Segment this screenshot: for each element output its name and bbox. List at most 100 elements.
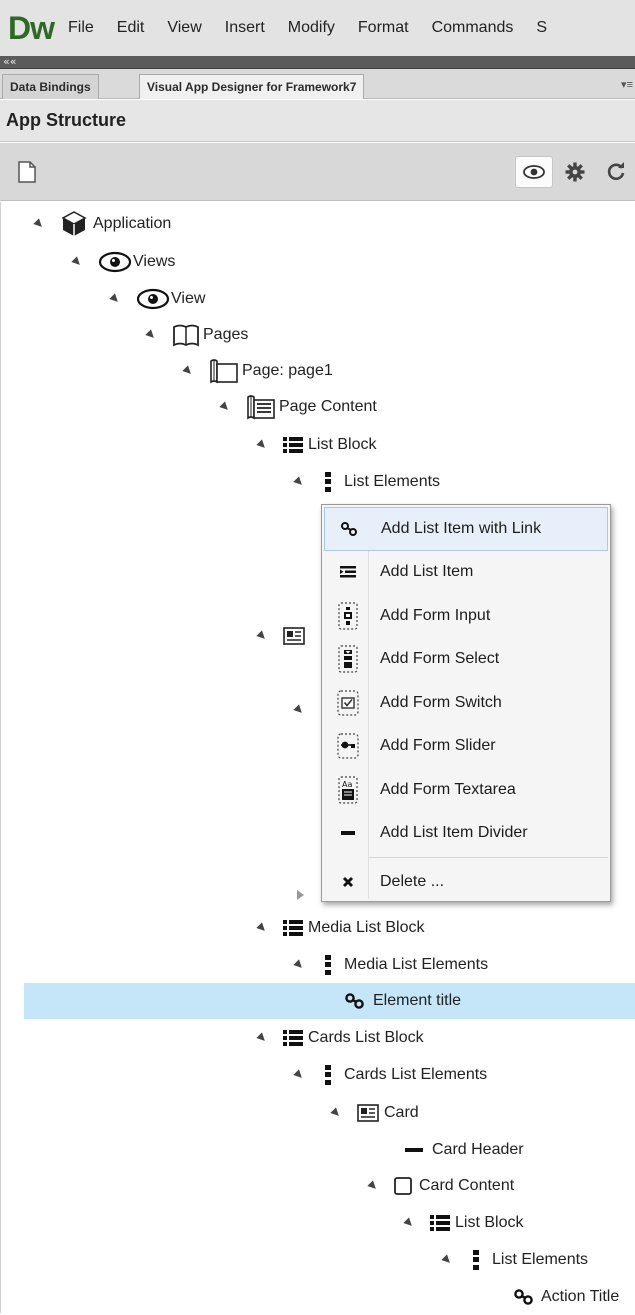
tree-label: List Elements xyxy=(492,1251,589,1268)
expand-arrow-icon[interactable] xyxy=(293,959,305,971)
tree-label: List Block xyxy=(455,1214,524,1231)
link-icon xyxy=(337,514,361,544)
square-icon xyxy=(394,1177,412,1195)
menu-item-add-list-item-with-link[interactable]: Add List Item with Link xyxy=(324,507,608,551)
form-input-icon xyxy=(336,601,360,631)
menu-item-add-form-textarea[interactable]: Aa Add Form Textarea xyxy=(322,768,610,812)
expand-arrow-icon[interactable] xyxy=(33,218,45,230)
tree-node-card-header[interactable]: Card Header xyxy=(405,1132,524,1168)
card-icon xyxy=(357,1104,379,1122)
tree-label: Card xyxy=(384,1104,419,1121)
panel-tab-bar: Data Bindings Visual App Designer for Fr… xyxy=(0,69,635,99)
collapsed-arrow-icon[interactable] xyxy=(297,890,304,900)
expand-arrow-icon[interactable] xyxy=(256,1032,268,1044)
menu-bar: Dw File Edit View Insert Modify Format C… xyxy=(0,0,635,56)
menu-format[interactable]: Format xyxy=(358,19,409,37)
page-icon xyxy=(209,358,239,384)
tree-node-hidden-collapsed[interactable] xyxy=(297,877,321,913)
menu-item-label: Add Form Textarea xyxy=(380,780,516,798)
tree-label: Cards List Elements xyxy=(344,1066,488,1083)
expand-arrow-icon[interactable] xyxy=(403,1217,415,1229)
tree-node-inner-list-block[interactable]: List Block xyxy=(403,1205,524,1241)
expand-arrow-icon[interactable] xyxy=(441,1254,453,1266)
expand-arrow-icon[interactable] xyxy=(293,704,305,716)
expand-arrow-icon[interactable] xyxy=(71,256,83,268)
expand-arrow-icon[interactable] xyxy=(109,293,121,305)
expand-arrow-icon[interactable] xyxy=(330,1107,342,1119)
tree-node-list-block[interactable]: List Block xyxy=(256,427,376,463)
menu-item-add-form-slider[interactable]: Add Form Slider xyxy=(322,725,610,769)
tree-node-element-title[interactable]: Element title xyxy=(24,983,635,1019)
menu-file[interactable]: File xyxy=(68,19,94,37)
refresh-button[interactable] xyxy=(603,159,629,185)
tree-node-cards-list-elements[interactable]: Cards List Elements xyxy=(293,1057,488,1093)
menu-item-add-form-input[interactable]: Add Form Input xyxy=(322,594,610,638)
context-menu: Add List Item with Link Add List Item Ad… xyxy=(321,504,611,902)
tab-data-bindings[interactable]: Data Bindings xyxy=(2,74,99,99)
tree-node-cards-list-block[interactable]: Cards List Block xyxy=(256,1020,424,1056)
menu-item-add-form-switch[interactable]: Add Form Switch xyxy=(322,681,610,725)
menu-commands[interactable]: Commands xyxy=(432,19,514,37)
menu-edit[interactable]: Edit xyxy=(117,19,145,37)
delete-icon xyxy=(336,867,360,897)
panel-options-icon[interactable]: ▾≡ xyxy=(621,78,633,91)
svg-text:Aa: Aa xyxy=(342,780,352,789)
tree-node-pages[interactable]: Pages xyxy=(145,317,248,353)
menu-item-delete[interactable]: Delete ... xyxy=(322,860,610,904)
expand-arrow-icon[interactable] xyxy=(256,630,268,642)
tree-node-media-list-elements[interactable]: Media List Elements xyxy=(293,947,488,983)
menu-item-add-form-select[interactable]: Add Form Select xyxy=(322,638,610,682)
tree-label: Card Header xyxy=(432,1141,524,1158)
menu-item-label: Delete ... xyxy=(380,872,445,890)
menu-item-label: Add List Item with Link xyxy=(381,519,542,537)
app-logo[interactable]: Dw xyxy=(8,12,55,44)
expand-arrow-icon[interactable] xyxy=(219,401,231,413)
link-icon xyxy=(513,1288,535,1306)
tree-node-media-list-block[interactable]: Media List Block xyxy=(256,910,425,946)
card-icon xyxy=(283,627,305,645)
menu-separator xyxy=(368,857,608,858)
form-slider-icon xyxy=(336,731,360,761)
tree-node-application[interactable]: Application xyxy=(33,206,171,242)
menu-view[interactable]: View xyxy=(167,19,201,37)
menu-modify[interactable]: Modify xyxy=(288,19,335,37)
collapse-arrows-icon[interactable]: «« xyxy=(3,55,16,68)
expand-arrow-icon[interactable] xyxy=(293,1069,305,1081)
tree-node-inner-list-elements[interactable]: List Elements xyxy=(441,1242,589,1278)
menu-item-add-list-item-divider[interactable]: Add List Item Divider xyxy=(322,812,610,856)
panel-collapse-strip[interactable]: «« xyxy=(0,55,635,69)
tree-node-page-content[interactable]: Page Content xyxy=(219,389,377,425)
new-document-icon xyxy=(18,161,36,183)
new-document-button[interactable] xyxy=(16,159,38,185)
book-icon xyxy=(172,323,200,347)
expand-arrow-icon[interactable] xyxy=(367,1180,379,1192)
menu-item-label: Add Form Slider xyxy=(380,737,496,755)
tree-node-views[interactable]: Views xyxy=(71,244,176,280)
form-select-icon xyxy=(336,644,360,674)
panel-title: App Structure xyxy=(0,100,635,142)
expand-arrow-icon[interactable] xyxy=(145,329,157,341)
tree-label: Views xyxy=(133,253,176,270)
tree-node-card-content[interactable]: Card Content xyxy=(367,1168,514,1204)
tree-label: Action Title xyxy=(541,1288,620,1305)
menu-item-add-list-item[interactable]: Add List Item xyxy=(322,551,610,595)
tab-visual-app-designer[interactable]: Visual App Designer for Framework7 xyxy=(139,74,365,99)
tree-node-list-elements[interactable]: List Elements xyxy=(293,464,441,500)
menu-site[interactable]: S xyxy=(536,19,547,37)
expand-arrow-icon[interactable] xyxy=(256,922,268,934)
eye-icon xyxy=(136,288,170,310)
tree-node-card[interactable]: Card xyxy=(330,1095,419,1131)
tree-label: List Elements xyxy=(344,473,441,490)
menu-insert[interactable]: Insert xyxy=(225,19,265,37)
expand-arrow-icon[interactable] xyxy=(256,439,268,451)
expand-arrow-icon[interactable] xyxy=(293,476,305,488)
preview-toggle-button[interactable] xyxy=(515,156,553,188)
tree-node-page[interactable]: Page: page1 xyxy=(182,353,333,389)
tree-node-hidden-card[interactable] xyxy=(256,618,310,654)
settings-button[interactable] xyxy=(562,159,588,185)
tree-node-action-title[interactable]: Action Title xyxy=(513,1279,619,1315)
list-block-icon xyxy=(430,1214,450,1232)
expand-arrow-icon[interactable] xyxy=(182,365,194,377)
tree-node-hidden-elements[interactable] xyxy=(293,692,320,728)
tree-node-view[interactable]: View xyxy=(109,281,205,317)
